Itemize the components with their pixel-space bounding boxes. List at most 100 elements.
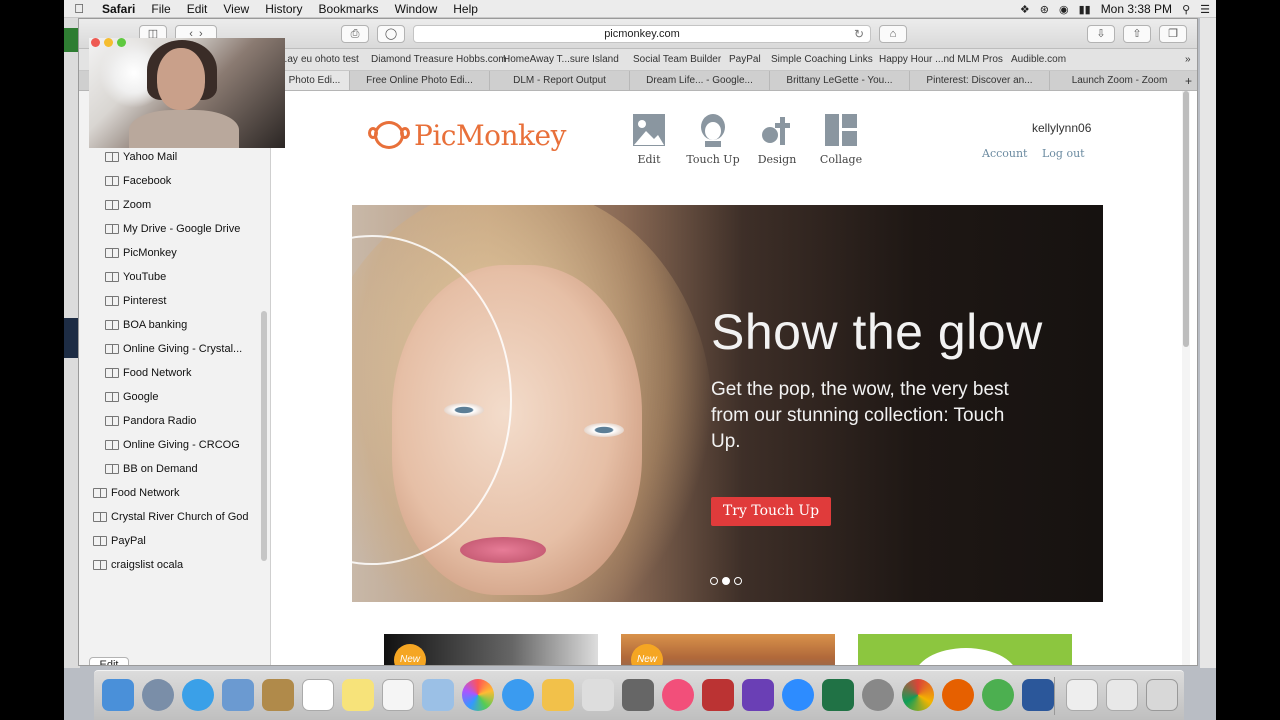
favorite-link[interactable]: Social Team Builder bbox=[633, 54, 721, 65]
favorite-link[interactable]: HomeAway T...sure Island bbox=[503, 54, 619, 65]
safari-icon[interactable] bbox=[182, 679, 214, 711]
favorite-link[interactable]: Diamond Treasure Hobbs.com bbox=[371, 54, 507, 65]
home-button[interactable]: ⌂ bbox=[879, 25, 907, 43]
downloads-button[interactable]: ⇩ bbox=[1087, 25, 1115, 43]
zoom-window-icon[interactable] bbox=[117, 38, 126, 47]
feature-tile[interactable]: New bbox=[384, 634, 598, 665]
feature-tile[interactable]: ♣ bbox=[858, 634, 1072, 665]
imovie-icon[interactable] bbox=[742, 679, 774, 711]
menu-file[interactable]: File bbox=[143, 0, 178, 18]
bookmark-item[interactable]: Pinterest bbox=[105, 291, 166, 311]
edit-bookmarks-button[interactable]: Edit bbox=[89, 657, 129, 665]
bookmark-item[interactable]: BOA banking bbox=[105, 315, 187, 335]
bookmark-item[interactable]: Online Giving - Crystal... bbox=[105, 339, 242, 359]
preview-icon[interactable] bbox=[222, 679, 254, 711]
favorite-link[interactable]: Audible.com bbox=[1011, 54, 1066, 65]
battery-icon[interactable]: ▮▮ bbox=[1079, 3, 1091, 16]
reminders-icon[interactable] bbox=[382, 679, 414, 711]
menu-history[interactable]: History bbox=[257, 0, 310, 18]
privacy-icon[interactable]: ◯ bbox=[377, 25, 405, 43]
favorite-link[interactable]: Happy Hour ...nd MLM Pros bbox=[879, 54, 1003, 65]
menu-app-safari[interactable]: Safari bbox=[94, 0, 143, 18]
carousel-dot[interactable] bbox=[710, 577, 718, 585]
bookmark-item[interactable]: Facebook bbox=[105, 171, 171, 191]
bookmark-item[interactable]: Food Network bbox=[105, 363, 191, 383]
bookmark-item[interactable]: Google bbox=[105, 387, 158, 407]
word-icon[interactable] bbox=[1022, 679, 1054, 711]
firefox-icon[interactable] bbox=[942, 679, 974, 711]
logout-link[interactable]: Log out bbox=[1042, 147, 1085, 160]
documents-folder-icon[interactable] bbox=[1066, 679, 1098, 711]
page-scrollbar[interactable] bbox=[1182, 91, 1190, 665]
itunes-icon[interactable] bbox=[662, 679, 694, 711]
account-link[interactable]: Account bbox=[982, 147, 1027, 160]
favorites-overflow-icon[interactable]: » bbox=[1185, 54, 1191, 65]
bookmark-item[interactable]: Yahoo Mail bbox=[105, 147, 177, 167]
calendar-icon[interactable] bbox=[302, 679, 334, 711]
sidebar-scrollbar[interactable] bbox=[261, 311, 267, 561]
menu-bookmarks[interactable]: Bookmarks bbox=[311, 0, 387, 18]
try-touch-up-button[interactable]: Try Touch Up bbox=[711, 497, 831, 526]
notes-icon[interactable] bbox=[342, 679, 374, 711]
nav-edit[interactable]: Edit bbox=[617, 113, 681, 166]
trash-icon[interactable] bbox=[1146, 679, 1178, 711]
tab[interactable]: Launch Zoom - Zoom bbox=[1049, 71, 1189, 90]
close-window-icon[interactable] bbox=[91, 38, 100, 47]
tab[interactable]: Pinterest: Discover an... bbox=[909, 71, 1049, 90]
menu-edit[interactable]: Edit bbox=[179, 0, 216, 18]
bookmark-item[interactable]: Zoom bbox=[105, 195, 151, 215]
address-bar[interactable]: picmonkey.com ↻ bbox=[413, 25, 871, 43]
dropbox-icon[interactable]: ❖ bbox=[1020, 3, 1030, 16]
excel-icon[interactable] bbox=[822, 679, 854, 711]
carousel-dot[interactable] bbox=[734, 577, 742, 585]
new-tab-icon[interactable]: + bbox=[1185, 71, 1192, 90]
wifi-icon[interactable]: ◉ bbox=[1059, 3, 1069, 16]
print-button[interactable]: ⎙ bbox=[341, 25, 369, 43]
feature-tile[interactable]: New bbox=[621, 634, 835, 665]
bookmark-item[interactable]: PicMonkey bbox=[105, 243, 177, 263]
bookmark-item[interactable]: My Drive - Google Drive bbox=[105, 219, 240, 239]
tab[interactable]: Free Online Photo Edi... bbox=[349, 71, 489, 90]
system-preferences-icon[interactable] bbox=[862, 679, 894, 711]
bookmark-item[interactable]: YouTube bbox=[105, 267, 166, 287]
reload-icon[interactable]: ↻ bbox=[854, 26, 864, 43]
time-machine-icon[interactable] bbox=[622, 679, 654, 711]
favorite-link[interactable]: PayPal bbox=[729, 54, 761, 65]
bluetooth-icon[interactable]: ⊛ bbox=[1040, 3, 1049, 16]
bookmark-item[interactable]: Pandora Radio bbox=[105, 411, 196, 431]
menu-help[interactable]: Help bbox=[445, 0, 486, 18]
apple-icon[interactable]:  bbox=[64, 1, 94, 16]
tab[interactable]: Brittany LeGette - You... bbox=[769, 71, 909, 90]
tabs-overview-button[interactable]: ❐ bbox=[1159, 25, 1187, 43]
favorite-link[interactable]: Simple Coaching Links bbox=[771, 54, 873, 65]
carousel-dot[interactable] bbox=[722, 577, 730, 585]
clock[interactable]: Mon 3:38 PM bbox=[1101, 2, 1172, 16]
menu-view[interactable]: View bbox=[215, 0, 257, 18]
image-capture-icon[interactable] bbox=[582, 679, 614, 711]
tab[interactable]: DLM - Report Output bbox=[489, 71, 629, 90]
hero-banner[interactable]: Show the glow Get the pop, the wow, the … bbox=[352, 205, 1103, 602]
spotlight-icon[interactable]: ⚲ bbox=[1182, 3, 1190, 16]
photo-booth-icon[interactable] bbox=[422, 679, 454, 711]
nav-touch-up[interactable]: Touch Up bbox=[681, 113, 745, 166]
bookmark-item[interactable]: Food Network bbox=[93, 483, 179, 503]
contacts-icon[interactable] bbox=[262, 679, 294, 711]
bookmark-item[interactable]: PayPal bbox=[93, 531, 146, 551]
photo-editor-icon[interactable] bbox=[702, 679, 734, 711]
tab[interactable]: Photo Edi... bbox=[279, 71, 349, 90]
nav-design[interactable]: Design bbox=[745, 113, 809, 166]
bookmark-item[interactable]: BB on Demand bbox=[105, 459, 198, 479]
minimize-window-icon[interactable] bbox=[104, 38, 113, 47]
picmonkey-logo[interactable]: PicMonkey bbox=[368, 117, 566, 153]
zoom-app-icon[interactable] bbox=[782, 679, 814, 711]
nav-collage[interactable]: Collage bbox=[809, 113, 873, 166]
finder-icon[interactable] bbox=[102, 679, 134, 711]
pages-icon[interactable] bbox=[542, 679, 574, 711]
downloads-folder-icon[interactable] bbox=[1106, 679, 1138, 711]
messages-icon[interactable] bbox=[502, 679, 534, 711]
menu-window[interactable]: Window bbox=[387, 0, 446, 18]
tab[interactable]: Dream Life... - Google... bbox=[629, 71, 769, 90]
notification-center-icon[interactable]: ☰ bbox=[1200, 3, 1210, 16]
favorite-link[interactable]: eu ohoto test bbox=[301, 54, 359, 65]
photos-icon[interactable] bbox=[462, 679, 494, 711]
